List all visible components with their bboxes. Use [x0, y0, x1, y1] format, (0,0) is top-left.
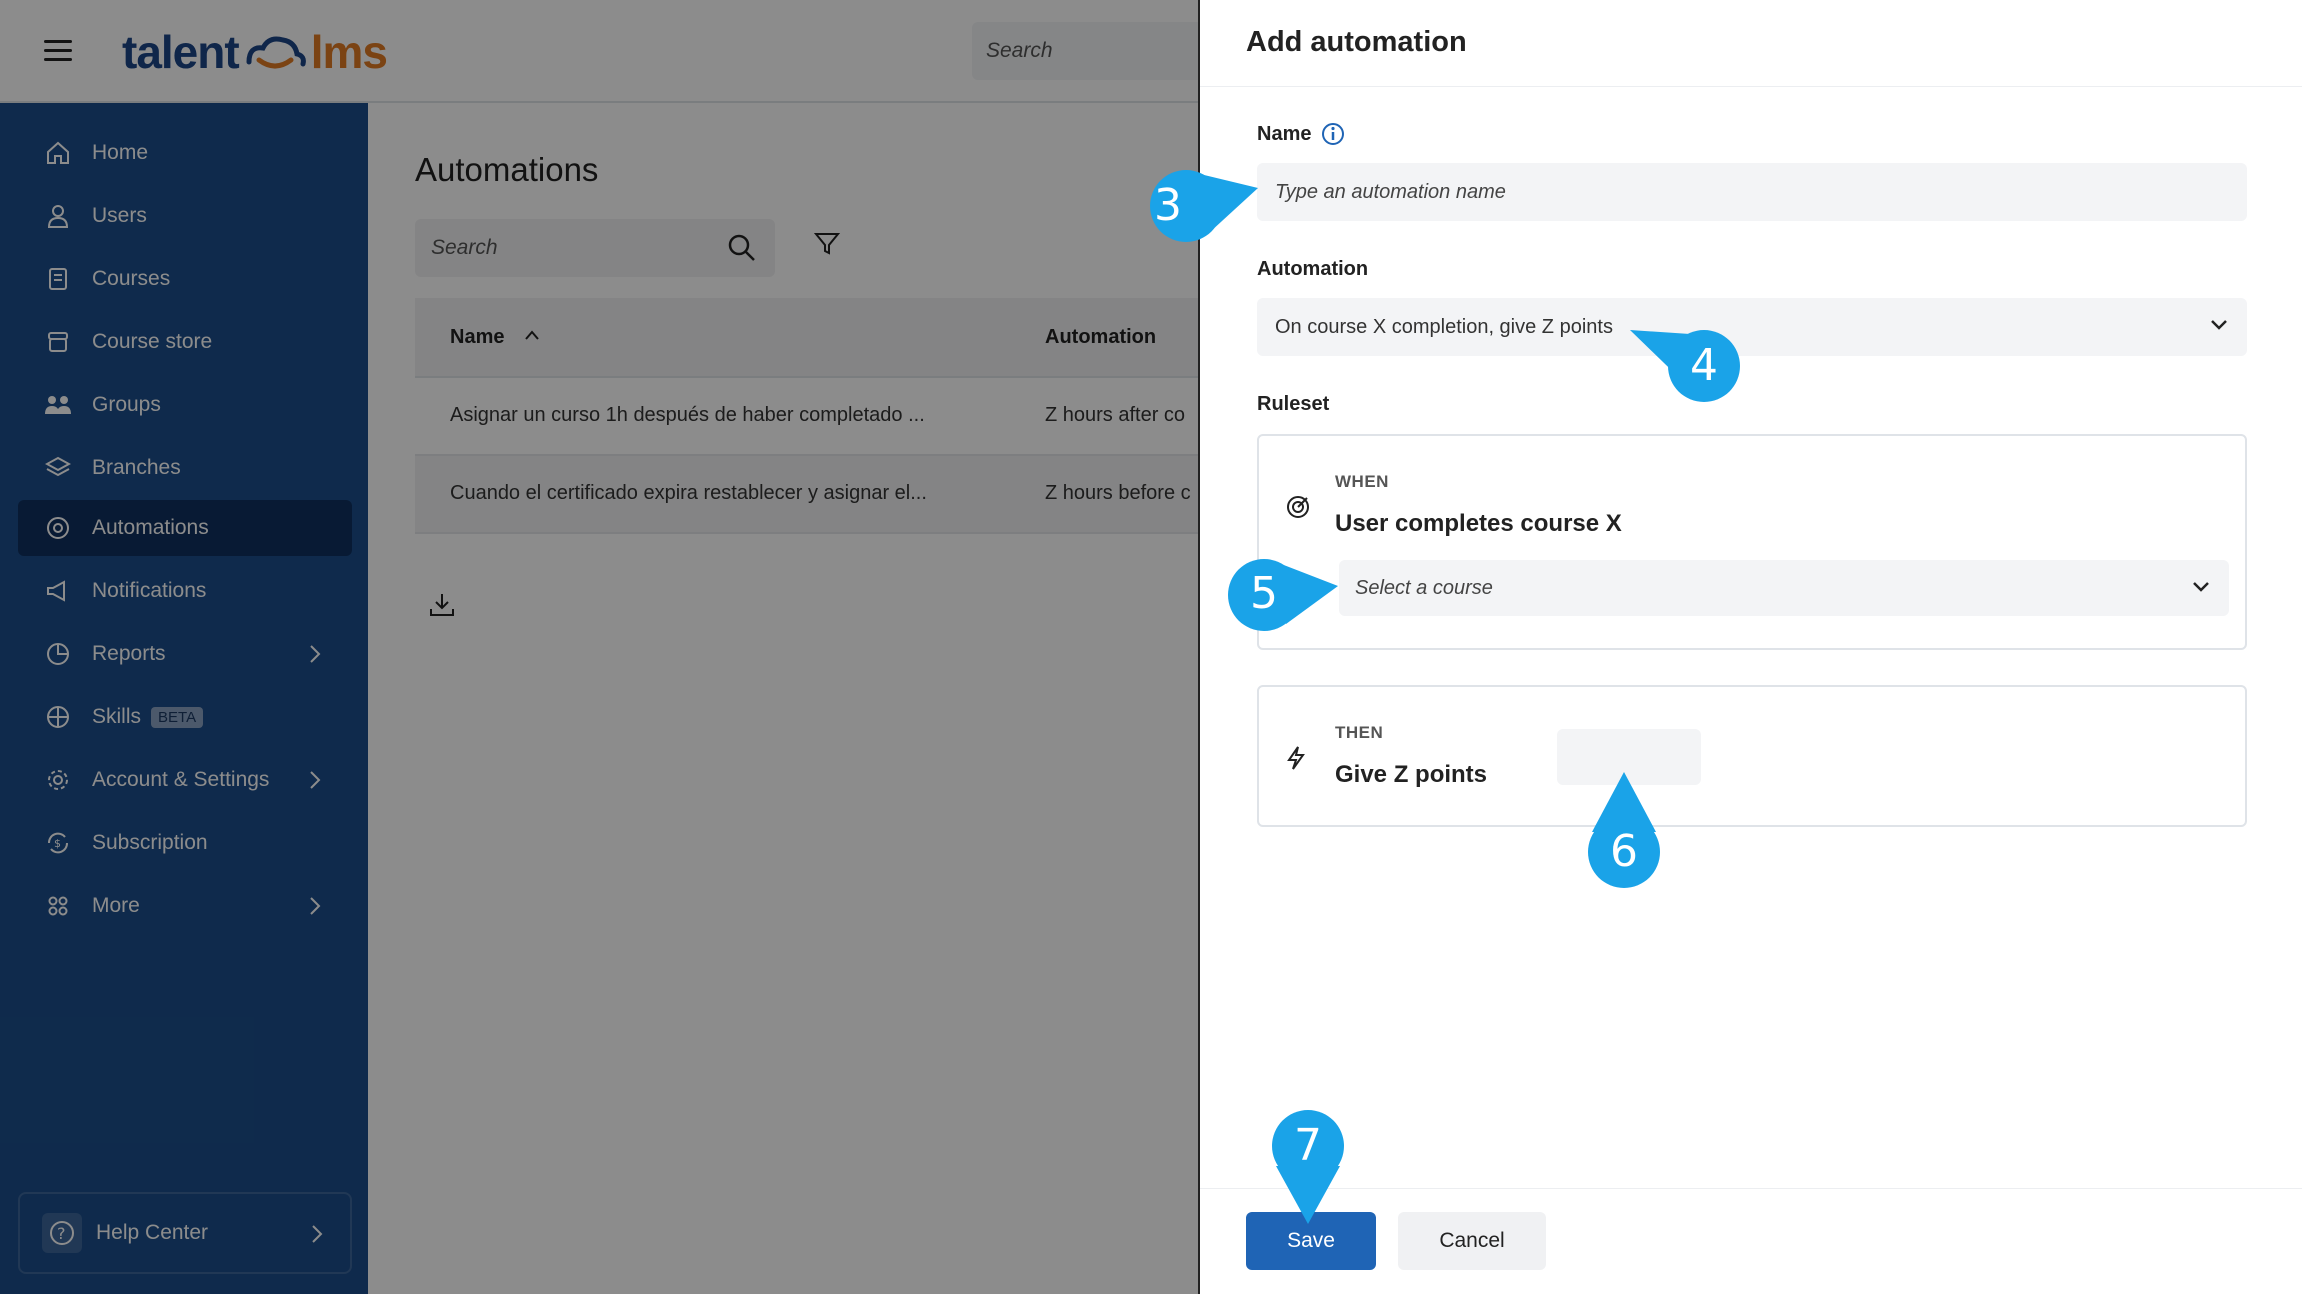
chevron-down-icon	[2193, 582, 2209, 592]
panel-header-divider	[1200, 86, 2302, 87]
panel-title: Add automation	[1246, 26, 1467, 58]
callout-number: 4	[1690, 340, 1718, 391]
cancel-button[interactable]: Cancel	[1398, 1212, 1546, 1270]
name-label: Name	[1257, 122, 1345, 146]
callout-marker-4: 4	[1630, 324, 1742, 408]
callout-number: 7	[1294, 1120, 1322, 1171]
automation-type-value: On course X completion, give Z points	[1275, 315, 1613, 338]
callout-marker-5: 5	[1226, 554, 1338, 636]
save-button-label: Save	[1287, 1229, 1335, 1252]
automation-name-placeholder: Type an automation name	[1275, 180, 1506, 203]
callout-number: 6	[1610, 826, 1638, 877]
automation-name-input[interactable]: Type an automation name	[1257, 163, 2247, 221]
cancel-button-label: Cancel	[1439, 1229, 1505, 1252]
callout-marker-3: 3	[1150, 166, 1258, 246]
name-label-text: Name	[1257, 122, 1312, 145]
callout-marker-7: 7	[1270, 1108, 1346, 1224]
course-select-placeholder: Select a course	[1355, 576, 1493, 599]
then-tag: THEN	[1335, 723, 1384, 742]
panel-footer-divider	[1200, 1188, 2302, 1189]
target-icon	[1287, 496, 1309, 518]
when-rule-box: WHEN User completes course X Select a co…	[1257, 434, 2247, 650]
course-select[interactable]: Select a course	[1339, 560, 2229, 616]
when-tag: WHEN	[1335, 472, 1389, 491]
callout-number: 5	[1250, 568, 1278, 619]
add-automation-panel: Add automation Name Type an automation n…	[1198, 0, 2302, 1294]
ruleset-label-text: Ruleset	[1257, 393, 1330, 415]
callout-number: 3	[1154, 180, 1182, 231]
automation-label: Automation	[1257, 258, 1368, 281]
lightning-icon	[1287, 746, 1305, 770]
callout-marker-6: 6	[1586, 772, 1662, 890]
when-text: User completes course X	[1335, 510, 1622, 537]
info-icon[interactable]	[1321, 122, 1345, 146]
automation-label-text: Automation	[1257, 258, 1369, 280]
ruleset-label: Ruleset	[1257, 393, 1329, 416]
chevron-down-icon	[2211, 320, 2227, 330]
then-text: Give Z points	[1335, 761, 1488, 788]
then-rule-box: THEN Give Z points	[1257, 685, 2247, 827]
modal-overlay[interactable]	[0, 0, 1198, 1294]
